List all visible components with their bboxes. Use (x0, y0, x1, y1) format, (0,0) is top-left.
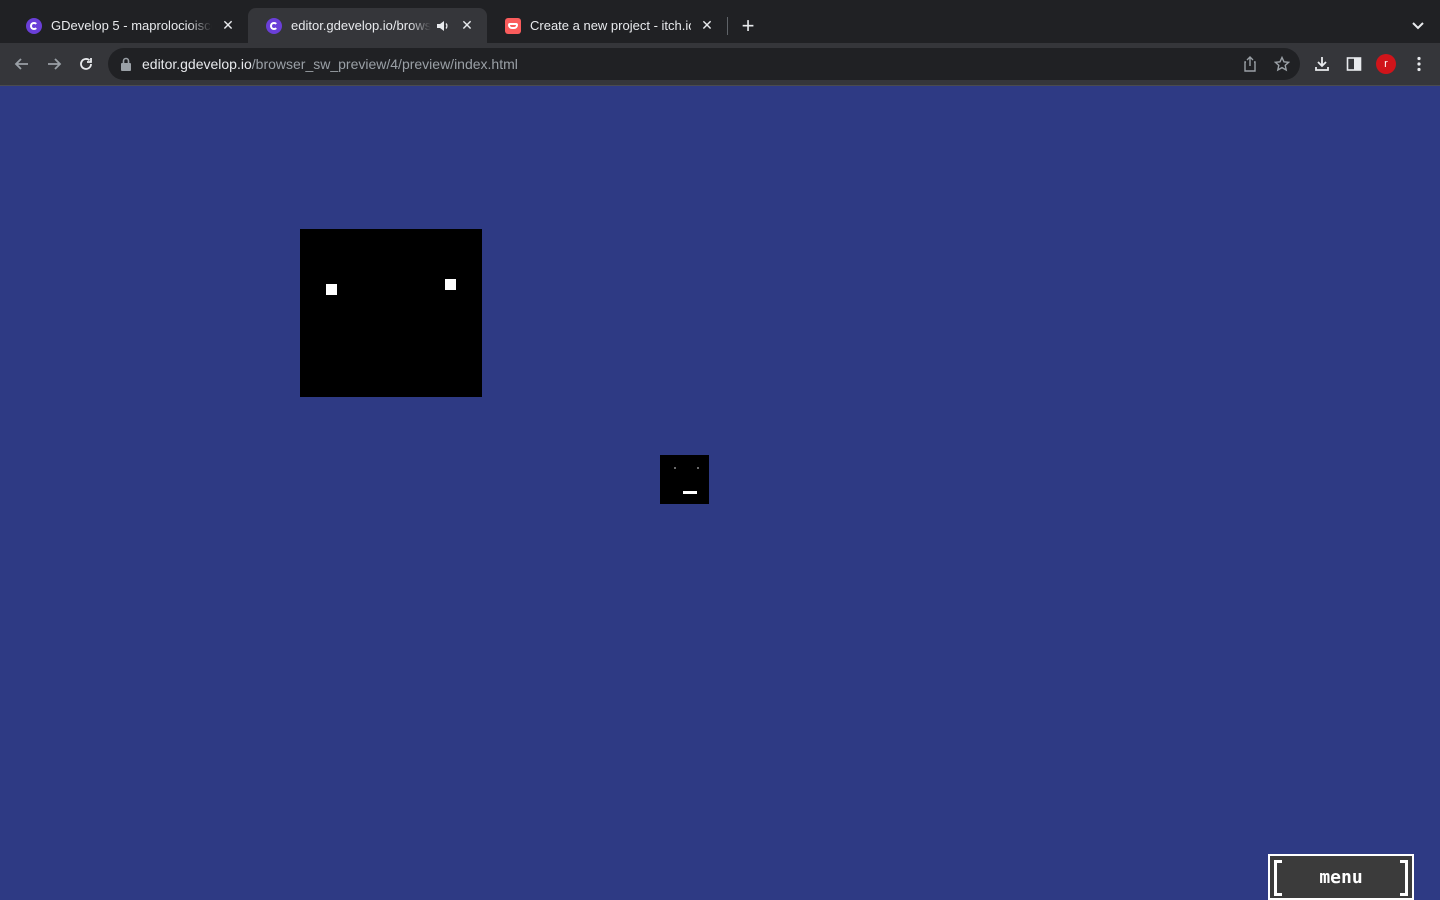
reload-icon (80, 58, 92, 70)
small-eye-right (697, 467, 699, 469)
kebab-menu-icon (1417, 56, 1421, 72)
bookmark-button[interactable] (1267, 49, 1297, 79)
gdevelop-icon (26, 17, 42, 34)
bracket-right (1400, 860, 1408, 896)
arrow-right-icon (48, 58, 62, 70)
menu-button[interactable]: menu (1268, 854, 1414, 900)
small-eye-left (674, 467, 676, 469)
tab-gdevelop-editor[interactable]: GDevelop 5 - maprolocioiscous ✕ (8, 8, 248, 43)
back-button[interactable] (7, 49, 37, 79)
share-button[interactable] (1235, 49, 1265, 79)
game-canvas[interactable]: menu (0, 86, 1440, 900)
profile-avatar[interactable]: r (1376, 54, 1396, 74)
tab-title: Create a new project - itch.io (530, 18, 691, 33)
browser-menu-button[interactable] (1404, 49, 1434, 79)
gdevelop-icon (266, 17, 282, 34)
address-bar[interactable]: editor.gdevelop.io/browser_sw_preview/4/… (108, 48, 1300, 80)
tab-itch[interactable]: Create a new project - itch.io ✕ (487, 8, 727, 43)
close-icon[interactable]: ✕ (220, 17, 236, 34)
itch-icon (505, 17, 521, 34)
tab-search-button[interactable] (1404, 12, 1432, 40)
arrow-left-icon (14, 58, 28, 70)
menu-label: menu (1319, 866, 1363, 888)
tab-preview[interactable]: editor.gdevelop.io/browser_sw_preview ✕ (248, 8, 487, 43)
tab-title: GDevelop 5 - maprolocioiscous (51, 18, 212, 33)
bracket-left (1274, 860, 1282, 896)
share-icon (1244, 56, 1256, 72)
small-mouth (683, 491, 697, 494)
url-host: editor.gdevelop.io (142, 56, 252, 72)
tab-strip: GDevelop 5 - maprolocioiscous ✕ editor.g… (0, 0, 1440, 43)
right-eye (445, 279, 456, 290)
reload-button[interactable] (71, 49, 101, 79)
lock-icon[interactable] (120, 57, 132, 71)
new-tab-button[interactable]: + (734, 12, 762, 40)
url-path: /browser_sw_preview/4/preview/index.html (251, 56, 518, 72)
large-black-face (300, 229, 482, 397)
left-eye (326, 284, 337, 295)
close-icon[interactable]: ✕ (699, 17, 715, 34)
side-panel-icon (1346, 57, 1362, 71)
close-icon[interactable]: ✕ (459, 17, 475, 34)
side-panel-button[interactable] (1339, 49, 1369, 79)
speaker-icon[interactable] (435, 18, 451, 34)
forward-button[interactable] (39, 49, 69, 79)
chevron-down-icon (1412, 22, 1424, 30)
download-icon (1315, 57, 1329, 71)
small-black-face (660, 455, 709, 504)
downloads-button[interactable] (1307, 49, 1337, 79)
star-icon (1274, 56, 1290, 72)
browser-toolbar: editor.gdevelop.io/browser_sw_preview/4/… (0, 43, 1440, 86)
tab-title: editor.gdevelop.io/browser_sw_preview (291, 18, 431, 33)
tab-separator (727, 17, 728, 35)
url-text: editor.gdevelop.io/browser_sw_preview/4/… (142, 56, 518, 72)
